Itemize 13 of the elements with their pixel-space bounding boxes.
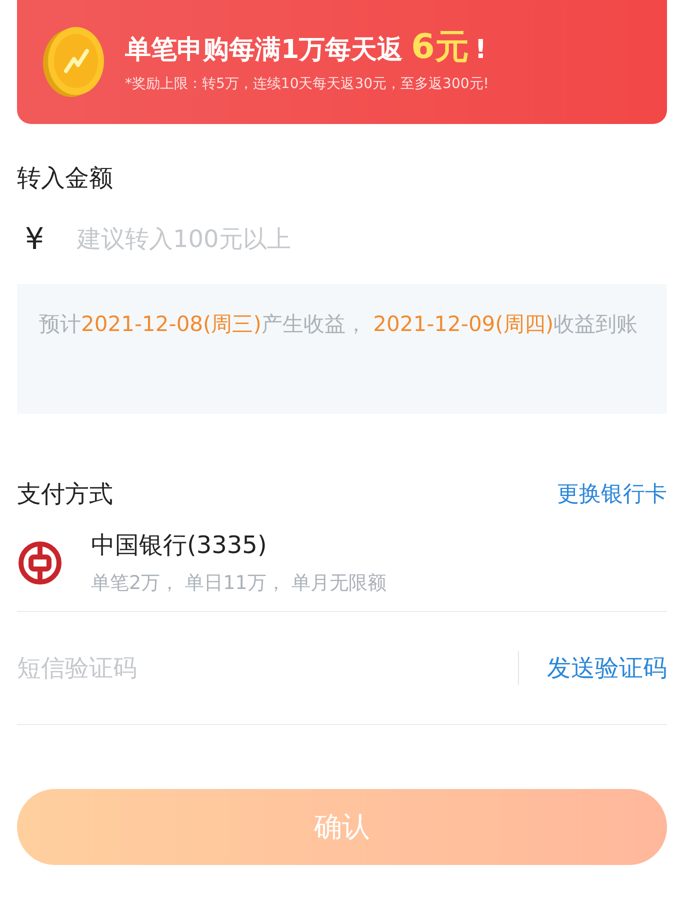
- bank-logo-icon: [17, 540, 63, 586]
- coin-icon: [41, 25, 107, 99]
- bank-name: 中国银行(3335): [91, 530, 268, 562]
- change-card-link[interactable]: 更换银行卡: [557, 478, 667, 510]
- banner-headline: 单笔申购每满1万每天返 6元 !: [125, 30, 488, 64]
- banner-note: *奖励上限：转5万，连续10天每天返30元，至多返300元!: [125, 74, 489, 94]
- currency-symbol: ¥: [24, 220, 46, 258]
- bank-limits: 单笔2万， 单日11万， 单月无限额: [91, 571, 386, 596]
- section-title: 转入金额: [17, 163, 114, 194]
- sms-code-field[interactable]: 短信验证码: [17, 650, 518, 686]
- earnings-schedule: 预计2021-12-08(周三)产生收益， 2021-12-09(周四)收益到账: [39, 311, 639, 338]
- section-title: 支付方式: [17, 479, 113, 510]
- send-code-button[interactable]: 发送验证码: [547, 650, 667, 686]
